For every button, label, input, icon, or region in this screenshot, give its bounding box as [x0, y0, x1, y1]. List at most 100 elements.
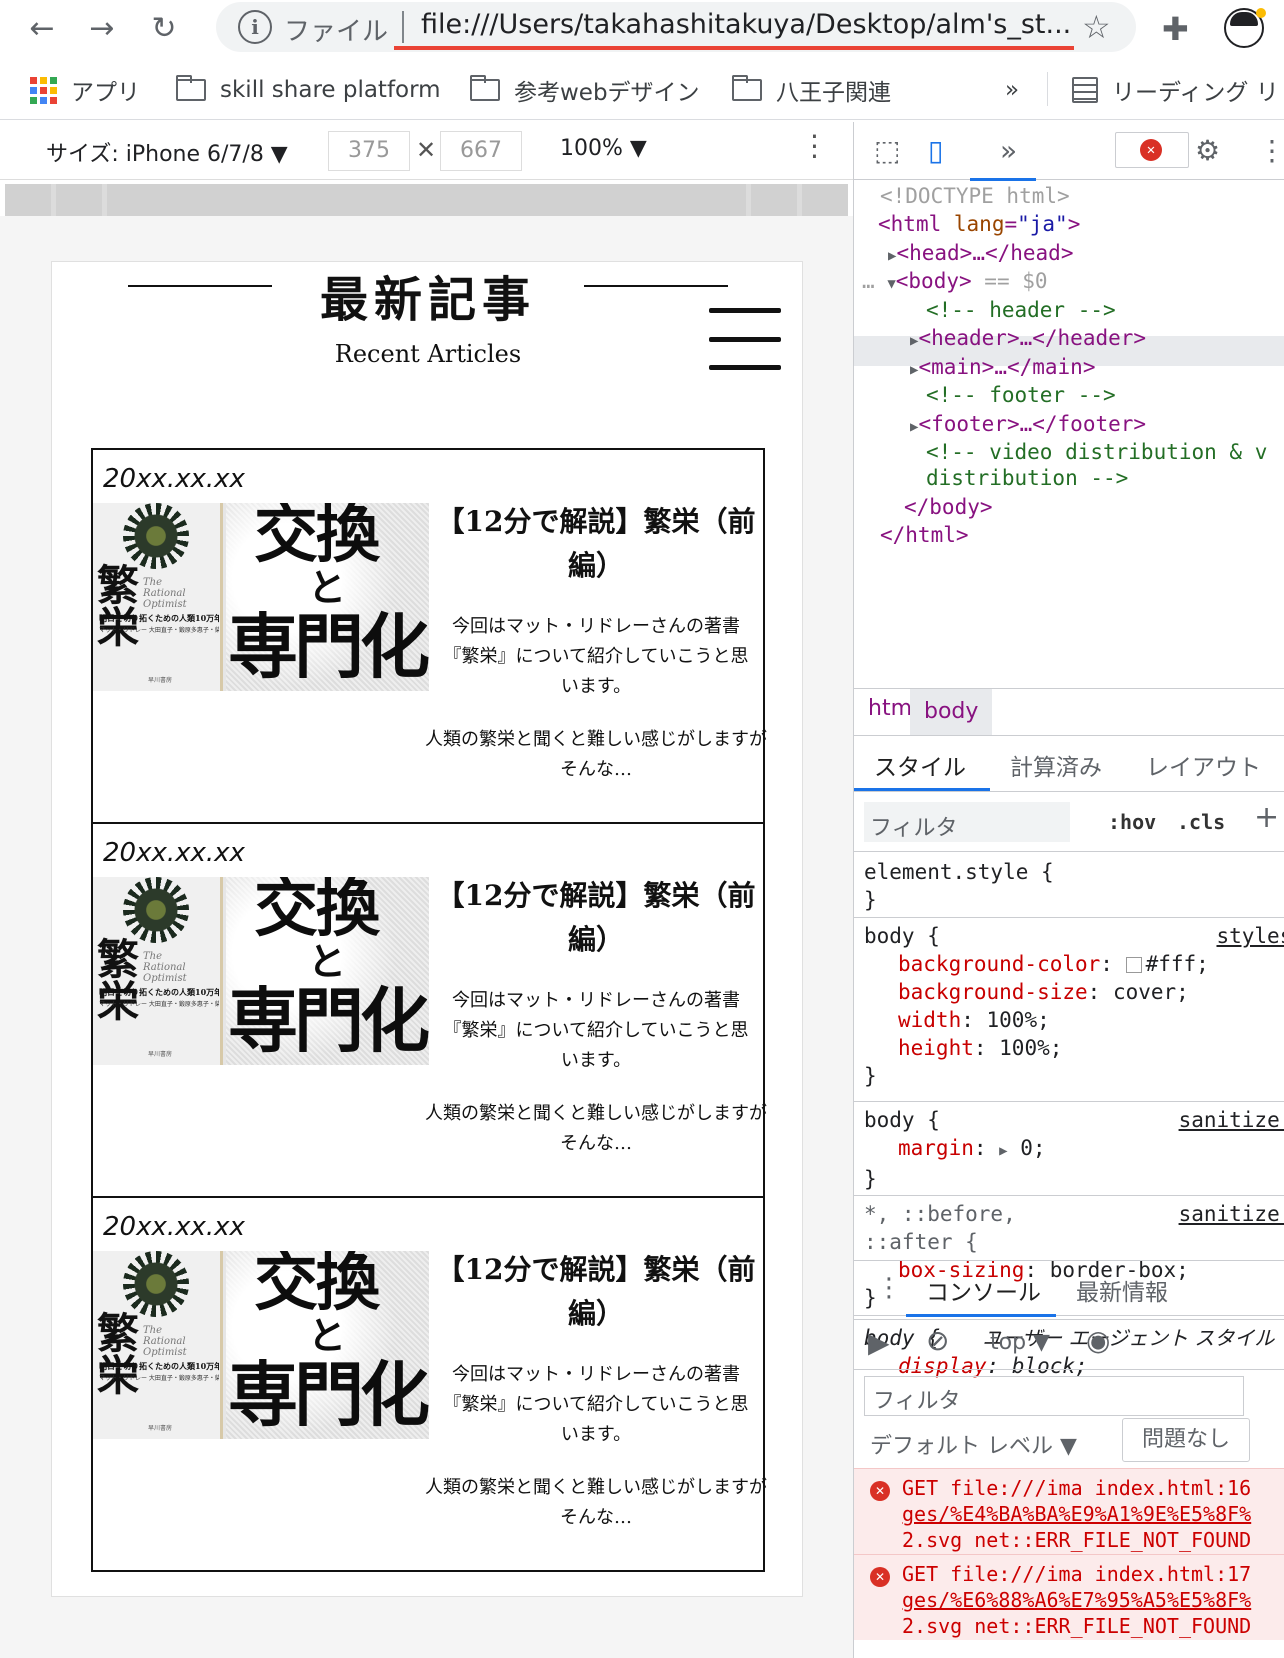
viewport-width-input[interactable]: 375 [328, 131, 410, 171]
active-tab-indicator [854, 788, 990, 791]
rule-source-link[interactable]: sanitize.c [1179, 1200, 1284, 1228]
article-thumbnail[interactable]: 繁 栄 The Rational Optimist 明日を切り拓くための人類10万年… [93, 1251, 429, 1439]
device-select[interactable]: サイズ: iPhone 6/7/8 ▼ [46, 136, 288, 168]
devtools-more-icon[interactable]: ⋮ [1258, 134, 1284, 167]
css-declaration[interactable]: width: 100%; [864, 1006, 1284, 1034]
drawer-menu-icon[interactable]: ⋮ [876, 1273, 902, 1303]
console-error-row[interactable]: ✕ GET file:///ima index.html:16 ges/%E4%… [854, 1468, 1284, 1554]
rule-source-link[interactable]: sanitize.c [1179, 1106, 1284, 1134]
bookmark-star-icon[interactable]: ☆ [1082, 8, 1111, 46]
tab-console[interactable]: コンソール [926, 1273, 1041, 1307]
tab-styles[interactable]: スタイル [874, 748, 966, 782]
article-title[interactable]: 【12分で解説】繁栄（前編） [431, 1248, 761, 1336]
bookmark-label: 参考webデザイン [514, 80, 700, 106]
profile-avatar[interactable] [1224, 8, 1266, 48]
breadcrumb-body[interactable]: body [910, 689, 993, 735]
inspect-element-icon[interactable]: ⬚ [874, 134, 900, 167]
cover-author: マット・リドレー 大田直子・鍛原多惠子・柴田裕之 訳 [99, 1375, 219, 1382]
article-title[interactable]: 【12分で解説】繁栄（前編） [431, 500, 761, 588]
sidebar-toggle-icon[interactable]: ▶ [868, 1326, 890, 1359]
folder-icon [176, 75, 206, 101]
comment-node[interactable]: <!-- footer --> [926, 381, 1116, 410]
article-card[interactable]: 20xx.xx.xx 繁 栄 The Rational Optimist 明日を切り拓… [91, 448, 767, 824]
bookmarks-overflow-chevron[interactable]: » [1005, 70, 1019, 110]
css-declaration[interactable]: margin: ▶ 0; [864, 1134, 1284, 1165]
article-title[interactable]: 【12分で解説】繁栄（前編） [431, 874, 761, 962]
error-url-link[interactable]: ges/%E6%88%A6%E7%95%A5%E5%8F% [902, 1587, 1251, 1613]
console-filter-input[interactable]: フィルタ [864, 1376, 1244, 1416]
article-card[interactable]: 20xx.xx.xx 繁 栄 The Rational Optimist 明日を切り拓… [91, 822, 767, 1198]
hamburger-menu-icon[interactable] [709, 308, 781, 370]
article-excerpt: 今回はマット・リドレーさんの著書『繁栄』について紹介していこうと思います。 [443, 616, 749, 697]
comment-node[interactable]: <!-- video distribution & v [926, 438, 1267, 467]
back-arrow-icon[interactable]: ← [20, 6, 64, 50]
header-node[interactable]: ▶<header>…</header> [910, 324, 1146, 356]
css-declaration[interactable]: background-color: #fff; [864, 950, 1284, 978]
body-rule-styles[interactable]: body { styles. background-color: #fff; b… [854, 918, 1284, 1102]
html-close-node[interactable]: </html> [880, 521, 969, 550]
comment-node[interactable]: <!-- header --> [926, 296, 1116, 325]
settings-gear-icon[interactable]: ⚙ [1195, 134, 1220, 167]
issues-button[interactable]: 問題なし [1122, 1418, 1250, 1462]
element-style-rule[interactable]: element.style { } [854, 854, 1284, 918]
device-toggle-icon[interactable]: ▯ [928, 134, 943, 167]
cls-toggle[interactable]: .cls [1177, 810, 1225, 834]
device-toolbar: サイズ: iPhone 6/7/8 ▼ 375 ✕ 667 100% ▼ · · · [0, 122, 853, 180]
zoom-select[interactable]: 100% ▼ [560, 136, 647, 161]
forward-arrow-icon[interactable]: → [80, 6, 124, 50]
tab-computed[interactable]: 計算済み [1010, 748, 1102, 782]
reading-list-button[interactable]: リーディング リ [1072, 70, 1279, 110]
address-bar[interactable]: i ファイル file:///Users/takahashitakuya/Des… [216, 2, 1136, 52]
reload-icon[interactable]: ↻ [142, 6, 186, 50]
rule-close: } [864, 1167, 877, 1191]
rule-source-link[interactable]: styles. [1216, 922, 1284, 950]
expand-triangle-icon[interactable]: ▶ [999, 1143, 1007, 1159]
clear-console-icon[interactable]: ⊘ [926, 1324, 949, 1357]
info-icon[interactable]: i [238, 10, 272, 44]
viewport-height-input[interactable]: 667 [440, 131, 522, 171]
rule-selector: ::after { [864, 1230, 978, 1254]
tab-layout[interactable]: レイアウト [1146, 748, 1261, 782]
css-declaration[interactable]: height: 100%; [864, 1034, 1284, 1062]
bookmark-folder[interactable]: 参考webデザイン [470, 70, 700, 110]
cover-publisher: 早川書房 [148, 1425, 173, 1432]
elements-tree: <!DOCTYPE html> <html lang="ja"> ▶<head>… [854, 182, 1284, 690]
url-text[interactable]: file:///Users/takahashitakuya/Desktop/al… [421, 9, 1086, 40]
context-select[interactable]: top ▼ [990, 1330, 1050, 1355]
more-panels-icon[interactable]: » [1000, 134, 1017, 167]
article-thumbnail[interactable]: 繁 栄 The Rational Optimist 明日を切り拓くための人類10万年… [93, 503, 429, 691]
extensions-puzzle-icon[interactable]: ✚ [1162, 10, 1189, 48]
styles-filter-input[interactable]: フィルタ [864, 802, 1070, 842]
art-line: 専門化 [228, 979, 429, 1062]
doctype-node[interactable]: <!DOCTYPE html> [880, 182, 1070, 211]
log-levels-select[interactable]: デフォルト レベル ▼ [870, 1428, 1077, 1460]
bookmark-apps[interactable]: アプリ [30, 70, 140, 110]
reading-list-icon [1072, 77, 1098, 103]
comment-node[interactable]: distribution --> [926, 464, 1128, 493]
page-title: 最新記事 [319, 272, 536, 328]
css-declaration[interactable]: background-size: cover; [864, 978, 1284, 1006]
art-line: 専門化 [228, 1353, 429, 1436]
live-expression-eye-icon[interactable]: ◉ [1086, 1324, 1110, 1357]
cover-subtitle: 明日を切り拓くための人類10万年史 [99, 987, 219, 997]
page-subtitle: Recent Articles [334, 340, 522, 368]
bookmark-folder[interactable]: skill share platform [176, 70, 441, 110]
article-thumbnail[interactable]: 繁 栄 The Rational Optimist 明日を切り拓くための人類10万年… [93, 877, 429, 1065]
article-card[interactable]: 20xx.xx.xx 繁 栄 The Rational Optimist 明日を切り拓… [91, 1196, 767, 1572]
body-close-node[interactable]: </body> [904, 493, 993, 522]
body-rule-sanitize[interactable]: body { sanitize.c margin: ▶ 0; } [854, 1102, 1284, 1196]
body-node[interactable]: … ▼<body> == $0 [862, 267, 1048, 299]
error-url-link[interactable]: ges/%E4%BA%BA%E9%A1%9E%E5%8F% [902, 1501, 1251, 1527]
html-node[interactable]: <html lang="ja"> [878, 210, 1080, 239]
media-query-ruler[interactable] [5, 184, 848, 216]
bookmarks-divider [1047, 72, 1048, 106]
hov-toggle[interactable]: :hov [1108, 810, 1156, 834]
console-error-row[interactable]: ✕ GET file:///ima index.html:17 ges/%E6%… [854, 1554, 1284, 1640]
bookmark-folder[interactable]: 八王子関連 [732, 70, 891, 110]
book-cover-image: 繁 栄 The Rational Optimist 明日を切り拓くための人類10万年… [93, 877, 223, 1065]
device-more-icon[interactable]: · · · [810, 123, 819, 171]
tab-whats-new[interactable]: 最新情報 [1076, 1273, 1168, 1307]
new-rule-plus-icon[interactable]: + [1254, 800, 1279, 835]
error-count-badge[interactable]: ✕ [1115, 132, 1189, 168]
color-swatch[interactable] [1125, 957, 1142, 973]
